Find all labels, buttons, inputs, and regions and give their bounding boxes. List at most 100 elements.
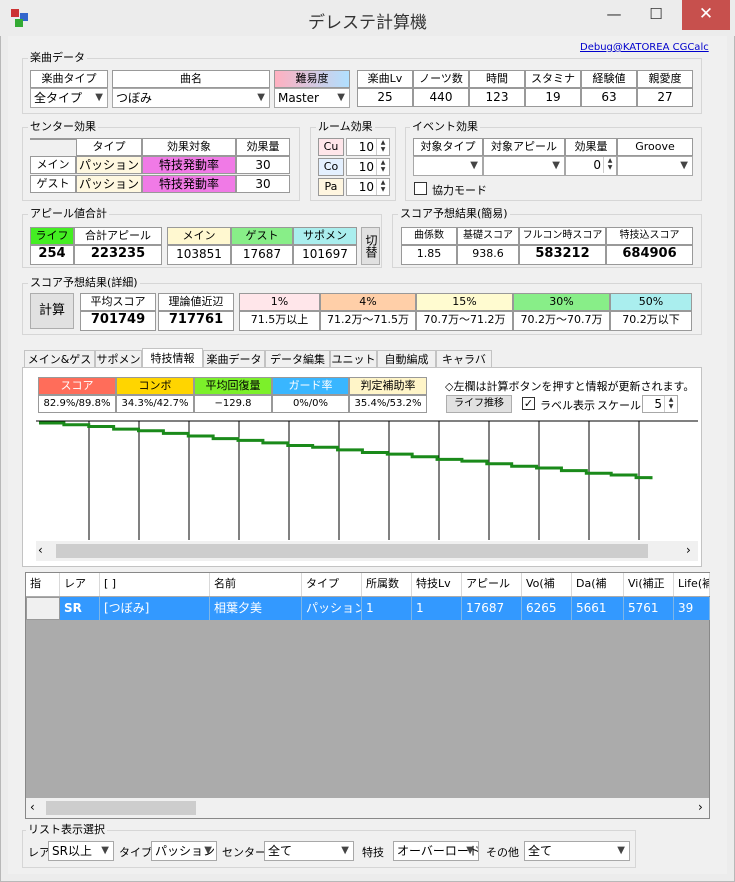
list-header-11[interactable]: Life(補 [674, 573, 710, 596]
spin-arrows-icon[interactable]: ▲ ▼ [376, 139, 389, 155]
update-note: ◇左欄は計算ボタンを押すと情報が更新されます。 [445, 380, 695, 393]
theoretical-value: 717761 [158, 311, 234, 331]
list-row-selector[interactable] [26, 597, 60, 620]
skill-info-value: 82.9%/89.8% [38, 395, 116, 413]
tab-4[interactable]: 楽曲データ [203, 350, 265, 368]
tab-8[interactable]: キャラバン [436, 350, 492, 383]
scroll-right-icon[interactable]: › [698, 800, 703, 814]
coop-mode-checkbox[interactable] [414, 182, 427, 195]
difficulty-header: 難易度 [274, 70, 350, 88]
list-header-5[interactable]: 所属数 [362, 573, 412, 596]
filter-skill-label: 特技 [362, 846, 384, 859]
table-row-cell-vo[interactable]: 6265 [522, 597, 572, 620]
song-name-select[interactable]: つぼみ ▼ [112, 88, 270, 108]
list-header-1[interactable]: レア [60, 573, 100, 596]
list-header-2[interactable]: [ ] [100, 573, 210, 596]
event-amount-stepper[interactable]: 0 ▲ ▼ [565, 156, 617, 176]
close-button[interactable]: ✕ [682, 0, 730, 30]
center-target-header: 効果対象 [142, 138, 236, 156]
event-type-header: 対象タイプ [413, 138, 483, 156]
center-main-target[interactable]: 特技発動率 [142, 156, 236, 174]
filter-type-select[interactable]: パッション ▼ [151, 841, 217, 861]
table-row-cell-da[interactable]: 5661 [572, 597, 624, 620]
event-type-select[interactable]: ▼ [413, 156, 483, 176]
event-amount-header: 効果量 [565, 138, 617, 156]
center-guest-type[interactable]: パッション [76, 175, 142, 193]
filter-other-label: その他 [486, 846, 519, 859]
table-row-cell-title[interactable]: [つぼみ] [100, 597, 210, 620]
skill-info-header: コンボ [116, 377, 194, 395]
tab-7[interactable]: 自動編成 [377, 350, 436, 368]
skill-info-value: 35.4%/53.2% [349, 395, 427, 413]
event-appeal-header: 対象アピール [483, 138, 565, 156]
song-type-header: 楽曲タイプ [30, 70, 108, 88]
calculate-button[interactable]: 計算 [30, 293, 74, 329]
list-header-6[interactable]: 特技Lv [412, 573, 462, 596]
skill-info-value: 0%/0% [272, 395, 349, 413]
table-row-cell-vi[interactable]: 5761 [624, 597, 674, 620]
life-value: 254 [30, 245, 74, 265]
chevron-down-icon: ▼ [680, 160, 688, 171]
event-group-label: イベント効果 [410, 120, 480, 133]
list-scroll-thumb[interactable] [46, 801, 196, 815]
spin-arrows-icon[interactable]: ▲ ▼ [376, 159, 389, 175]
tab-3[interactable]: 特技情報 [142, 348, 203, 368]
total-appeal-value: 223235 [74, 245, 162, 265]
center-guest-amount[interactable]: 30 [236, 175, 290, 193]
room-pa-stepper[interactable]: 10 ▲ ▼ [346, 178, 390, 196]
tab-1[interactable]: メイン&ゲスト [24, 350, 95, 383]
scroll-left-icon[interactable]: ‹ [30, 800, 35, 814]
table-row-cell-rarity[interactable]: SR [60, 597, 100, 620]
center-guest-target[interactable]: 特技発動率 [142, 175, 236, 193]
chart-scroll-thumb[interactable] [56, 544, 648, 558]
table-row-cell-skill[interactable]: 1 [412, 597, 462, 620]
debug-link[interactable]: Debug@KATOREA CGCalc [580, 42, 709, 53]
tab-6[interactable]: ユニット [330, 350, 377, 368]
list-header-3[interactable]: 名前 [210, 573, 302, 596]
table-row-cell-appeal[interactable]: 17687 [462, 597, 522, 620]
event-groove-select[interactable]: ▼ [617, 156, 693, 176]
label-display-checkbox[interactable]: ✓ [522, 397, 535, 410]
filter-center-select[interactable]: 全て ▼ [264, 841, 354, 861]
percentile-value: 70.2万〜70.7万 [513, 311, 610, 331]
filter-other-select[interactable]: 全て ▼ [524, 841, 630, 861]
minimize-button[interactable]: — [594, 0, 634, 30]
life-trend-button[interactable]: ライフ推移 [446, 395, 512, 413]
table-row-cell-life[interactable]: 39 [674, 597, 710, 620]
spin-arrows-icon[interactable]: ▲ ▼ [603, 157, 616, 173]
list-header-10[interactable]: Vi(補正 [624, 573, 674, 596]
center-main-type[interactable]: パッション [76, 156, 142, 174]
song-stat-value: 25 [357, 88, 413, 107]
list-header-9[interactable]: Da(補 [572, 573, 624, 596]
spin-arrows-icon[interactable]: ▲ ▼ [664, 396, 677, 412]
table-row-cell-type[interactable]: パッション [302, 597, 362, 620]
list-header-7[interactable]: アピール [462, 573, 522, 596]
table-row-cell-count[interactable]: 1 [362, 597, 412, 620]
support-value: 101697 [293, 245, 357, 265]
scale-stepper[interactable]: 5 ▲ ▼ [642, 395, 678, 413]
song-stat-header: 経験値 [581, 70, 637, 88]
list-header-8[interactable]: Vo(補 [522, 573, 572, 596]
switch-button[interactable]: 切替 [361, 227, 380, 265]
filter-skill-select[interactable]: オーバーロード ▼ [393, 841, 479, 861]
song-type-select[interactable]: 全タイプ ▼ [30, 88, 108, 108]
simple-score-header: 曲係数 [401, 227, 457, 245]
room-co-stepper[interactable]: 10 ▲ ▼ [346, 158, 390, 176]
center-main-amount[interactable]: 30 [236, 156, 290, 174]
scroll-left-icon[interactable]: ‹ [38, 543, 43, 557]
maximize-button[interactable]: ☐ [636, 0, 676, 30]
spin-arrows-icon[interactable]: ▲ ▼ [376, 179, 389, 195]
chevron-down-icon: ▼ [95, 92, 103, 103]
list-header-0[interactable]: 指 [26, 573, 60, 596]
center-main-label: メイン [30, 156, 76, 174]
tab-5[interactable]: データ編集 [265, 350, 330, 368]
scroll-right-icon[interactable]: › [686, 543, 691, 557]
list-header-4[interactable]: タイプ [302, 573, 362, 596]
room-cu-stepper[interactable]: 10 ▲ ▼ [346, 138, 390, 156]
simple-score-group-label: スコア予想結果(簡易) [398, 207, 510, 220]
event-appeal-select[interactable]: ▼ [483, 156, 565, 176]
filter-rarity-select[interactable]: SR以上 ▼ [48, 841, 114, 861]
table-row-cell-name[interactable]: 相葉夕美 [210, 597, 302, 620]
tab-2[interactable]: サポメン [95, 350, 142, 368]
difficulty-select[interactable]: Master ▼ [274, 88, 350, 108]
